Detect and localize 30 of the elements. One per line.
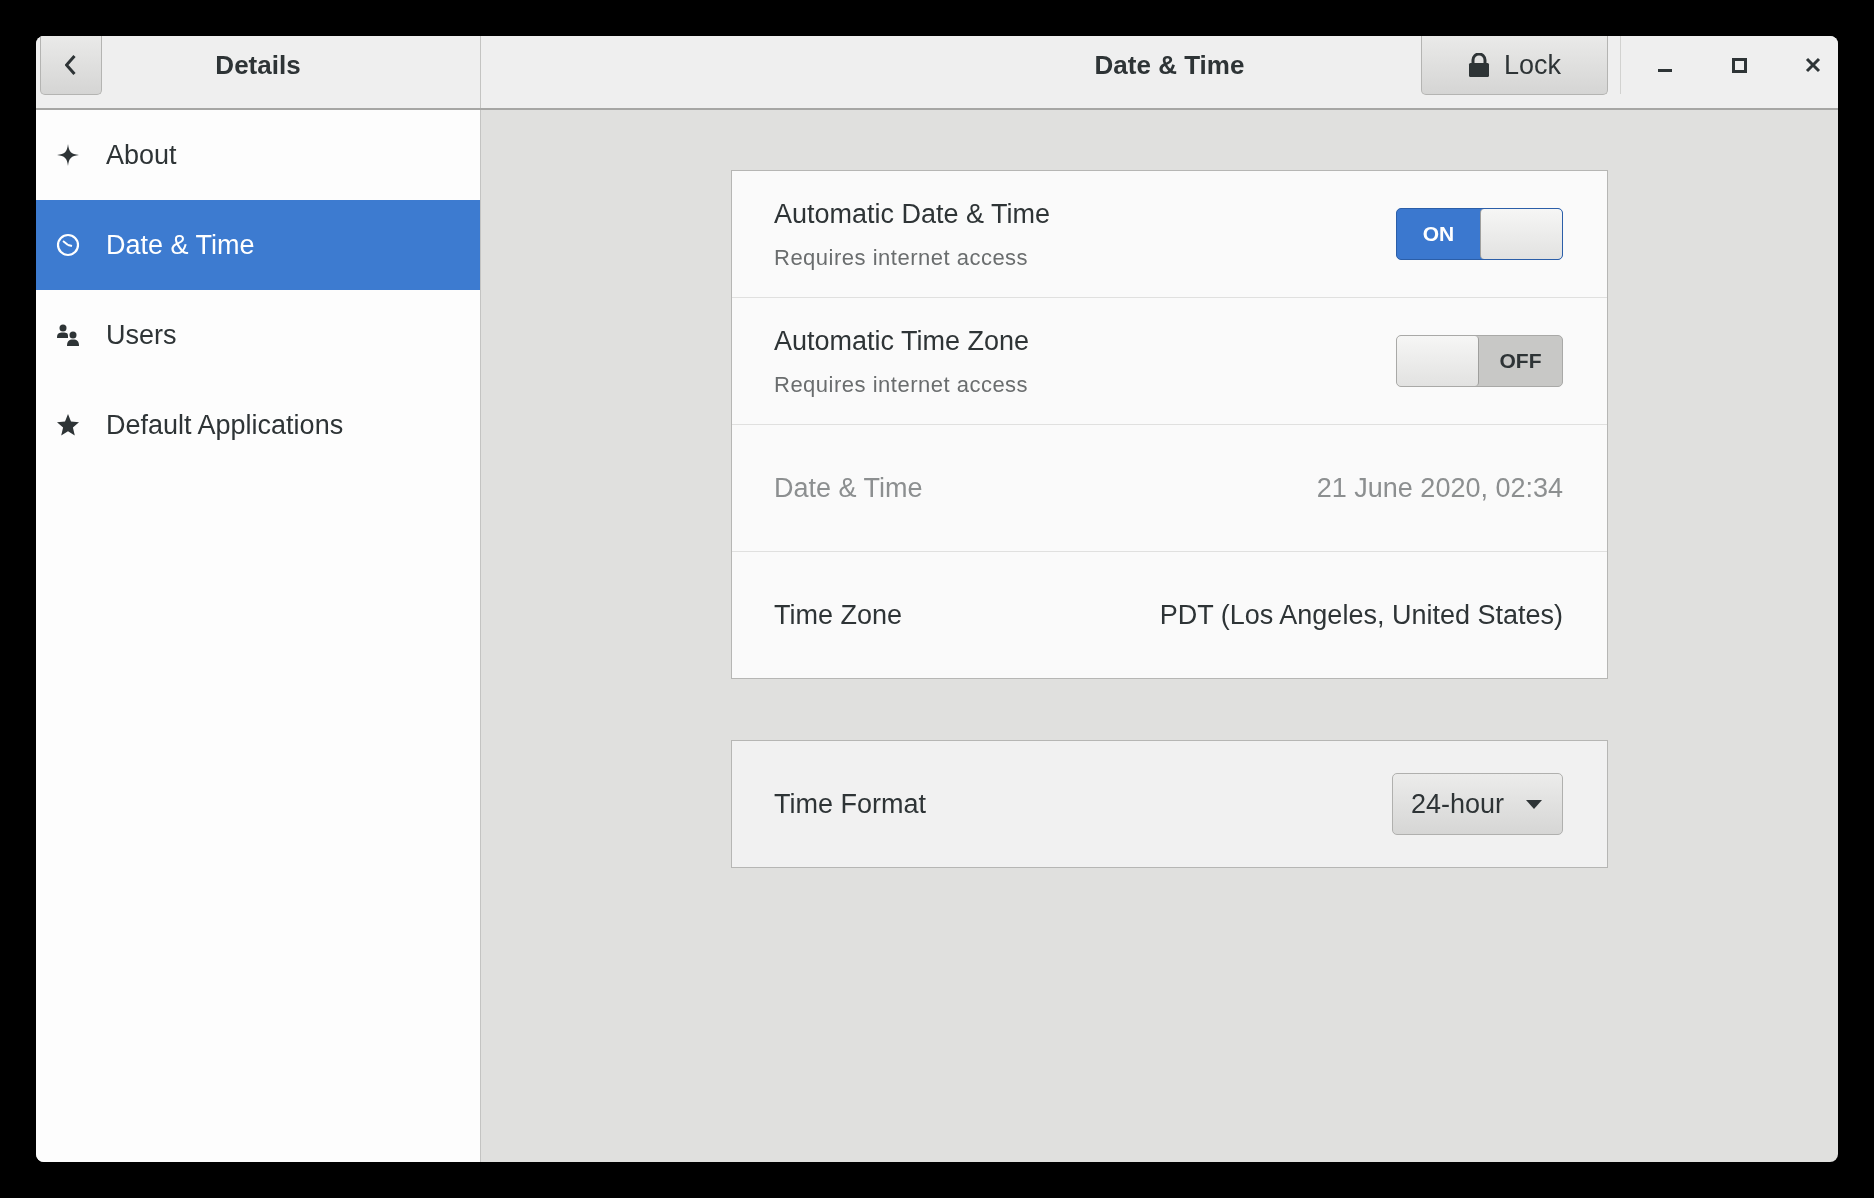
close-icon <box>1805 57 1821 73</box>
caret-down-icon <box>1526 799 1542 809</box>
window-title: Date & Time <box>1094 48 1245 82</box>
toggle-switch[interactable]: OFF <box>1396 335 1563 387</box>
users-icon <box>56 323 80 347</box>
sidebar-item[interactable]: Users <box>36 290 480 380</box>
setting-label: Automatic Time Zone <box>774 325 1030 359</box>
setting-value: PDT (Los Angeles, United States) <box>1159 598 1563 632</box>
star-icon <box>56 413 80 437</box>
toggle-switch[interactable]: ON <box>1396 208 1563 260</box>
back-button[interactable] <box>40 36 102 95</box>
setting-label: Time Zone <box>774 598 903 632</box>
setting-label: Automatic Date & Time <box>774 198 1051 232</box>
sidebar-item[interactable]: About <box>36 110 480 200</box>
sidebar-item[interactable]: Default Applications <box>36 380 480 470</box>
panel-title: Details <box>215 48 301 82</box>
sidebar-item[interactable]: Date & Time <box>36 200 480 290</box>
setting-description: Requires internet access <box>774 370 1030 399</box>
clock-icon <box>56 233 80 257</box>
lock-button[interactable]: Lock <box>1421 36 1608 95</box>
sparkle-icon <box>56 143 80 167</box>
time-format-dropdown[interactable]: 24-hour <box>1392 773 1563 835</box>
minimize-icon <box>1658 68 1672 72</box>
setting-value: 21 June 2020, 02:34 <box>1316 471 1563 505</box>
chevron-left-icon <box>65 55 77 75</box>
setting-label: Time Format <box>774 787 926 821</box>
setting-description: Requires internet access <box>774 243 1030 272</box>
maximize-icon <box>1731 57 1747 73</box>
lock-icon <box>1467 53 1490 77</box>
setting-label: Date & Time <box>774 471 923 505</box>
